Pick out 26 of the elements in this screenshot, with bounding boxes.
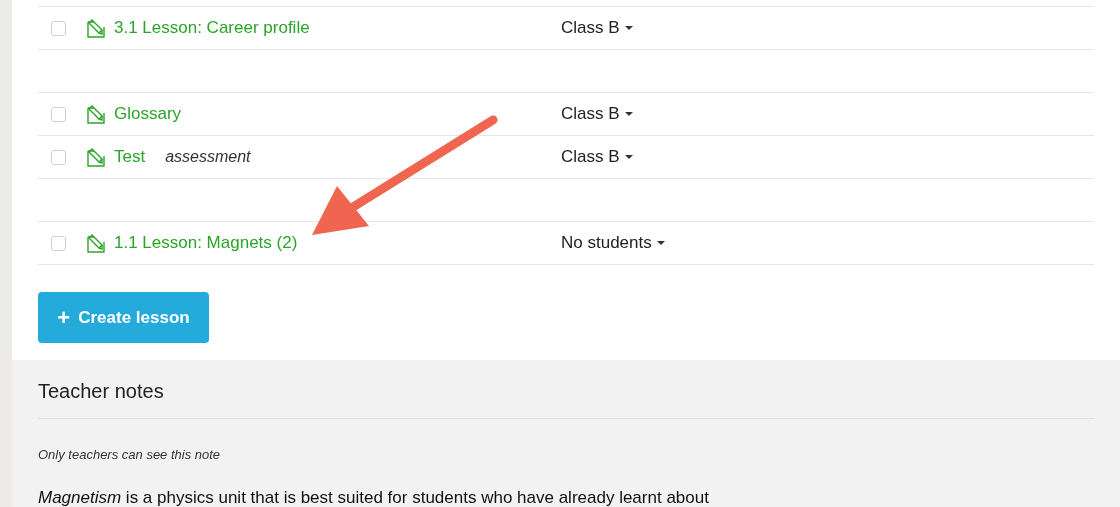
caret-icon [624, 112, 633, 116]
caret-icon [624, 155, 633, 159]
visibility-note: Only teachers can see this note [38, 446, 222, 464]
create-lesson-button[interactable]: + Create lesson [38, 292, 209, 343]
caret-icon [624, 26, 633, 30]
document-pencil-icon [86, 233, 106, 253]
section-heading: Teacher notes [38, 360, 1094, 419]
lesson-link[interactable]: 3.1 Lesson: Career profile [114, 15, 310, 41]
document-pencil-icon [86, 147, 106, 167]
class-dropdown[interactable]: Class B [561, 15, 633, 41]
checkbox[interactable] [51, 106, 66, 122]
lesson-tag: assessment [165, 145, 251, 169]
plus-icon: + [57, 306, 71, 329]
checkbox[interactable] [51, 20, 66, 36]
lesson-link[interactable]: 1.1 Lesson: Magnets (2) [114, 230, 298, 256]
class-dropdown[interactable]: No students [561, 230, 665, 256]
document-pencil-icon [86, 104, 106, 124]
checkbox[interactable] [51, 235, 66, 251]
note-paragraph: Magnetism is a physics unit that is best suited for students who have already learnt about [38, 486, 710, 507]
class-dropdown[interactable]: Class B [561, 144, 633, 170]
checkbox[interactable] [51, 149, 66, 165]
document-pencil-icon [86, 18, 106, 38]
class-dropdown[interactable]: Class B [561, 101, 633, 127]
lesson-link[interactable]: Glossary [114, 101, 182, 127]
lesson-link[interactable]: Test [114, 144, 146, 170]
caret-icon [656, 241, 665, 245]
